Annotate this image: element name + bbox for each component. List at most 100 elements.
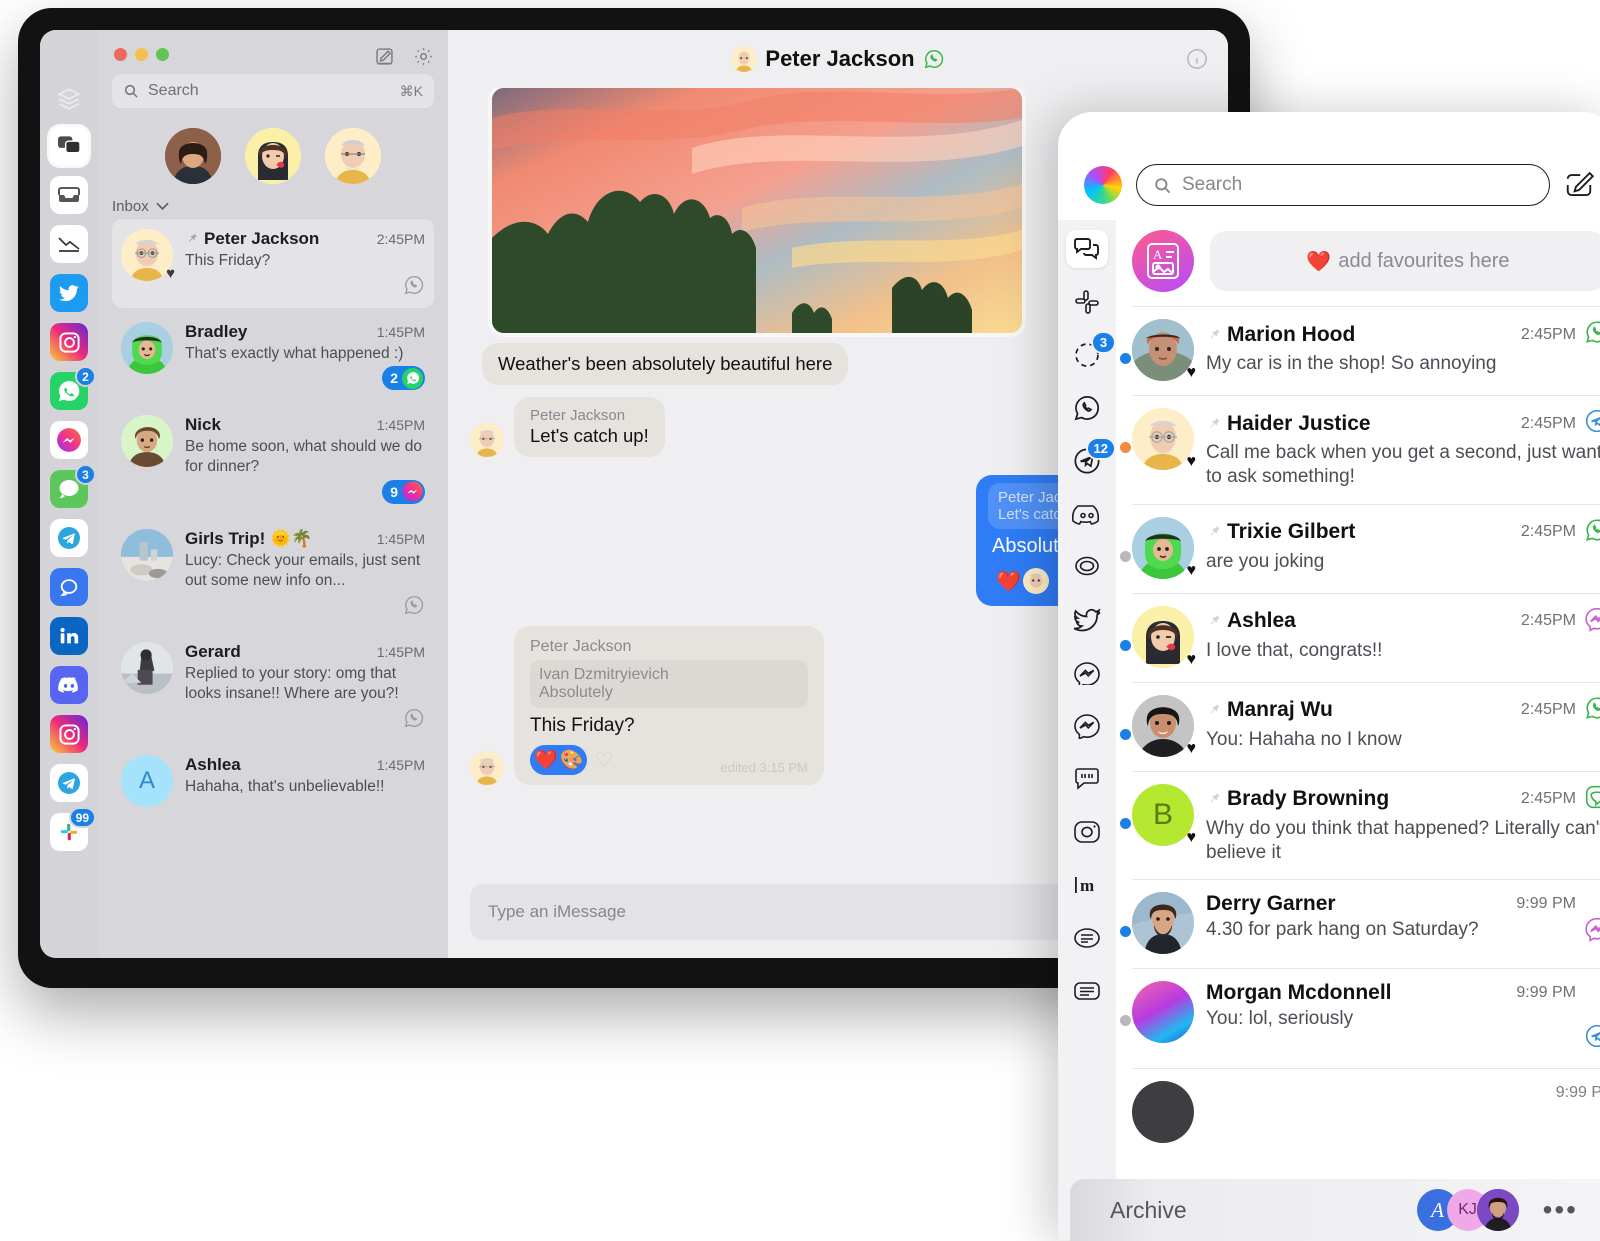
- message-bubble-incoming-named[interactable]: Peter Jackson Let's catch up!: [514, 397, 665, 457]
- phone-row-ashlea[interactable]: ♥ Ashlea 2:45PM I love that, congrats!!: [1120, 592, 1600, 682]
- phone-app-speech-quote[interactable]: [1066, 760, 1108, 798]
- contact-name: Trixie Gilbert: [1206, 520, 1521, 544]
- more-options-icon[interactable]: •••: [1543, 1194, 1578, 1226]
- window-controls: [114, 48, 169, 61]
- app-twitter[interactable]: [50, 274, 88, 312]
- profile-avatar[interactable]: [1084, 166, 1122, 204]
- phone-app-telegram[interactable]: 12: [1066, 437, 1116, 480]
- phone-row-trixie-gilbert[interactable]: ♥ Trixie Gilbert 2:45PM are you joking: [1120, 503, 1600, 593]
- unread-pill: 2: [382, 366, 425, 391]
- whatsapp-icon: [1074, 396, 1100, 421]
- conversation-row-gerard[interactable]: Gerard 1:45PM Replied to your story: omg…: [112, 632, 434, 741]
- phone-row-brady-browning[interactable]: B ♥ Brady Browning 2:45PM Why do you thi…: [1120, 770, 1600, 880]
- app-linkedin[interactable]: [50, 617, 88, 655]
- phone-search-input[interactable]: Search: [1136, 164, 1550, 206]
- favourites-row[interactable]: A ❤️ add favourites here: [1116, 220, 1600, 306]
- app-signal[interactable]: [50, 568, 88, 606]
- reaction-pill[interactable]: ❤️: [992, 566, 1053, 596]
- phone-app-list[interactable]: [1066, 972, 1108, 1010]
- phone-app-whatsapp[interactable]: [1066, 389, 1108, 427]
- message-preview: You: Hahaha no I know: [1206, 728, 1402, 750]
- phone-app-medium[interactable]: m: [1066, 866, 1108, 904]
- avatar: [1022, 568, 1049, 594]
- photo-message[interactable]: [492, 88, 1022, 333]
- contact-name: Manraj Wu: [1206, 698, 1521, 722]
- phone-app-discord[interactable]: [1066, 495, 1108, 533]
- compose-icon[interactable]: [374, 46, 395, 67]
- phone-row-morgan-mcdonnell[interactable]: Morgan Mcdonnell 9:99 PM You: lol, serio…: [1120, 968, 1600, 1068]
- phone-app-twitter[interactable]: [1066, 601, 1108, 639]
- feed-icon: [1074, 928, 1100, 948]
- app-imessage[interactable]: 3: [50, 464, 96, 508]
- heart-icon: ♥: [1186, 364, 1197, 381]
- phone-app-messenger-lite[interactable]: [1066, 654, 1108, 692]
- reactions[interactable]: ❤️ 🎨 ♡ edited 3:15 PM: [530, 745, 808, 775]
- app-telegram[interactable]: [50, 519, 88, 557]
- conversation-row-peter-jackson[interactable]: ♥ Peter Jackson 2:45PM This Friday?: [112, 219, 434, 309]
- add-favourites-label: add favourites here: [1338, 249, 1510, 272]
- add-favourites-button[interactable]: ❤️ add favourites here: [1210, 231, 1600, 291]
- story-avatar[interactable]: [165, 128, 221, 184]
- archive-avatar-stack[interactable]: A KJ: [1416, 1189, 1519, 1231]
- app-inbox[interactable]: [50, 176, 88, 214]
- app-analytics[interactable]: [50, 225, 88, 263]
- app-telegram-2[interactable]: [50, 764, 88, 802]
- avatar: [121, 415, 173, 468]
- gear-icon[interactable]: [413, 46, 434, 67]
- phone-row-marion-hood[interactable]: ♥ Marion Hood 2:45PM My car is in the sh…: [1120, 306, 1600, 395]
- inbox-filter[interactable]: Inbox: [112, 198, 434, 215]
- minimize-button[interactable]: [135, 48, 148, 61]
- message-bubble-incoming[interactable]: Weather's been absolutely beautiful here: [482, 343, 849, 385]
- chevron-down-icon: [156, 202, 169, 211]
- heart-icon: ♥: [1186, 453, 1197, 470]
- app-discord[interactable]: [50, 666, 88, 704]
- add-reaction-icon[interactable]: ♡: [587, 745, 621, 775]
- timestamp: 9:99 PM: [1516, 984, 1576, 1002]
- speech-quote-icon: [1075, 768, 1099, 790]
- phone-row-manraj-wu[interactable]: ♥ Manraj Wu 2:45PM You: Hahaha no I know: [1120, 681, 1600, 771]
- search-input[interactable]: Search ⌘K: [112, 74, 434, 108]
- conversation-row-bradley[interactable]: Bradley 1:45PM That's exactly what happe…: [112, 312, 434, 401]
- phone-app-feed[interactable]: [1066, 919, 1108, 957]
- app-instagram[interactable]: [50, 323, 88, 361]
- archive-bar[interactable]: Archive A KJ •••: [1070, 1179, 1600, 1241]
- app-chats[interactable]: [50, 127, 88, 165]
- conversation-row-girls-trip[interactable]: Girls Trip! 🌞🌴 1:45PM Lucy: Check your e…: [112, 519, 434, 628]
- phone-app-signal[interactable]: [1066, 548, 1108, 586]
- chat-header: Peter Jackson: [448, 30, 1228, 88]
- story-avatar[interactable]: [245, 128, 301, 184]
- phone-app-status[interactable]: 3: [1066, 331, 1116, 374]
- app-slack[interactable]: 99: [50, 807, 96, 851]
- compose-icon[interactable]: [1564, 170, 1594, 200]
- phone-app-messenger[interactable]: [1066, 707, 1108, 745]
- maximize-button[interactable]: [156, 48, 169, 61]
- message-bubble-reply[interactable]: Peter Jackson Ivan Dzmitryievich Absolut…: [514, 626, 824, 785]
- phone-row-partial[interactable]: 9:99 P: [1132, 1068, 1600, 1157]
- conversation-row-ashlea[interactable]: A Ashlea 1:45PM Hahaha, that's unbelieva…: [112, 745, 434, 819]
- whatsapp-icon: [402, 367, 423, 389]
- close-button[interactable]: [114, 48, 127, 61]
- whatsapp-icon: [1584, 695, 1600, 726]
- phone-row-haider-justice[interactable]: ♥ Haider Justice 2:45PM Call me back whe…: [1120, 395, 1600, 504]
- phone-app-instagram[interactable]: [1066, 813, 1108, 851]
- app-messenger[interactable]: [50, 421, 88, 459]
- phone-app-chats[interactable]: [1066, 230, 1108, 268]
- whatsapp-icon: [924, 50, 943, 69]
- favourites-icon: A: [1132, 230, 1194, 292]
- info-icon[interactable]: [1186, 48, 1208, 70]
- search-icon: [1155, 177, 1171, 193]
- phone-row-derry-garner[interactable]: Derry Garner 9:99 PM 4.30 for park hang …: [1120, 879, 1600, 968]
- layers-icon[interactable]: [54, 86, 84, 112]
- timestamp: 9:99 P: [1555, 1084, 1600, 1102]
- phone-app-slack[interactable]: [1066, 283, 1108, 321]
- conversation-row-nick[interactable]: Nick 1:45PM Be home soon, what should we…: [112, 405, 434, 514]
- app-whatsapp[interactable]: 2: [50, 366, 96, 410]
- contact-name: [1206, 1081, 1556, 1105]
- conversation-preview: This Friday?: [185, 252, 271, 269]
- quoted-message: Ivan Dzmitryievich Absolutely: [530, 660, 808, 708]
- messenger-lite-icon: [1074, 662, 1100, 685]
- app-instagram-2[interactable]: [50, 715, 88, 753]
- reaction-pill[interactable]: ❤️ 🎨: [530, 745, 588, 775]
- story-avatar[interactable]: [325, 128, 381, 184]
- list-icon: [1074, 982, 1100, 1000]
